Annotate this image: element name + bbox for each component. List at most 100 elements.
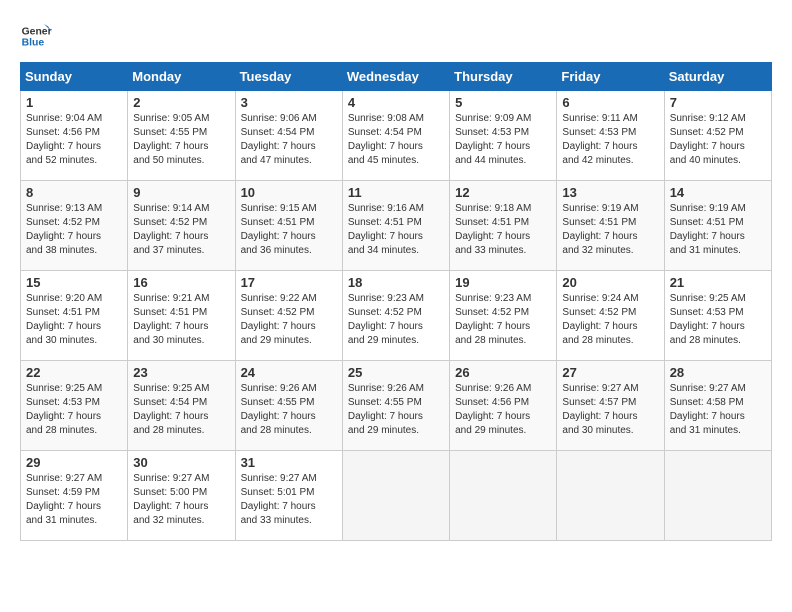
cell-info: Sunrise: 9:15 AMSunset: 4:51 PMDaylight:… xyxy=(241,203,317,256)
calendar-cell: 7 Sunrise: 9:12 AMSunset: 4:52 PMDaylight… xyxy=(664,91,771,181)
calendar-cell: 2 Sunrise: 9:05 AMSunset: 4:55 PMDaylight… xyxy=(128,91,235,181)
calendar-cell: 29 Sunrise: 9:27 AMSunset: 4:59 PMDayligh… xyxy=(21,451,128,541)
calendar-cell: 15 Sunrise: 9:20 AMSunset: 4:51 PMDayligh… xyxy=(21,271,128,361)
cell-info: Sunrise: 9:27 AMSunset: 5:00 PMDaylight:… xyxy=(133,473,209,526)
day-number: 27 xyxy=(562,365,658,380)
day-number: 11 xyxy=(348,185,444,200)
cell-info: Sunrise: 9:26 AMSunset: 4:55 PMDaylight:… xyxy=(348,383,424,436)
calendar-header-row: SundayMondayTuesdayWednesdayThursdayFrid… xyxy=(21,63,772,91)
day-number: 8 xyxy=(26,185,122,200)
day-number: 19 xyxy=(455,275,551,290)
calendar-cell: 24 Sunrise: 9:26 AMSunset: 4:55 PMDayligh… xyxy=(235,361,342,451)
day-number: 24 xyxy=(241,365,337,380)
cell-info: Sunrise: 9:22 AMSunset: 4:52 PMDaylight:… xyxy=(241,293,317,346)
calendar-body: 1 Sunrise: 9:04 AMSunset: 4:56 PMDaylight… xyxy=(21,91,772,541)
day-number: 18 xyxy=(348,275,444,290)
cell-info: Sunrise: 9:25 AMSunset: 4:54 PMDaylight:… xyxy=(133,383,209,436)
logo: General Blue xyxy=(20,20,52,52)
calendar-week-row: 8 Sunrise: 9:13 AMSunset: 4:52 PMDaylight… xyxy=(21,181,772,271)
calendar-cell: 9 Sunrise: 9:14 AMSunset: 4:52 PMDaylight… xyxy=(128,181,235,271)
day-number: 7 xyxy=(670,95,766,110)
calendar-cell: 6 Sunrise: 9:11 AMSunset: 4:53 PMDaylight… xyxy=(557,91,664,181)
day-number: 15 xyxy=(26,275,122,290)
calendar-week-row: 22 Sunrise: 9:25 AMSunset: 4:53 PMDayligh… xyxy=(21,361,772,451)
calendar-cell: 30 Sunrise: 9:27 AMSunset: 5:00 PMDayligh… xyxy=(128,451,235,541)
cell-info: Sunrise: 9:25 AMSunset: 4:53 PMDaylight:… xyxy=(26,383,102,436)
calendar-cell: 11 Sunrise: 9:16 AMSunset: 4:51 PMDayligh… xyxy=(342,181,449,271)
day-header: Monday xyxy=(128,63,235,91)
calendar-cell xyxy=(664,451,771,541)
day-number: 29 xyxy=(26,455,122,470)
calendar-cell xyxy=(450,451,557,541)
calendar-cell: 1 Sunrise: 9:04 AMSunset: 4:56 PMDaylight… xyxy=(21,91,128,181)
cell-info: Sunrise: 9:19 AMSunset: 4:51 PMDaylight:… xyxy=(562,203,638,256)
cell-info: Sunrise: 9:26 AMSunset: 4:56 PMDaylight:… xyxy=(455,383,531,436)
calendar-cell: 8 Sunrise: 9:13 AMSunset: 4:52 PMDaylight… xyxy=(21,181,128,271)
calendar-cell: 13 Sunrise: 9:19 AMSunset: 4:51 PMDayligh… xyxy=(557,181,664,271)
svg-text:Blue: Blue xyxy=(22,38,45,49)
calendar-cell: 21Sunrise: 9:25 AMSunset: 4:53 PMDayligh… xyxy=(664,271,771,361)
day-number: 23 xyxy=(133,365,229,380)
cell-info: Sunrise: 9:23 AMSunset: 4:52 PMDaylight:… xyxy=(348,293,424,346)
day-number: 17 xyxy=(241,275,337,290)
calendar-cell: 14Sunrise: 9:19 AMSunset: 4:51 PMDayligh… xyxy=(664,181,771,271)
calendar-cell: 27 Sunrise: 9:27 AMSunset: 4:57 PMDayligh… xyxy=(557,361,664,451)
calendar-cell: 12 Sunrise: 9:18 AMSunset: 4:51 PMDayligh… xyxy=(450,181,557,271)
calendar-cell: 28 Sunrise: 9:27 AMSunset: 4:58 PMDayligh… xyxy=(664,361,771,451)
cell-info: Sunrise: 9:20 AMSunset: 4:51 PMDaylight:… xyxy=(26,293,102,346)
calendar-cell: 22 Sunrise: 9:25 AMSunset: 4:53 PMDayligh… xyxy=(21,361,128,451)
day-number: 22 xyxy=(26,365,122,380)
cell-info: Sunrise: 9:27 AMSunset: 5:01 PMDaylight:… xyxy=(241,473,317,526)
day-number: 31 xyxy=(241,455,337,470)
day-number: 16 xyxy=(133,275,229,290)
day-number: 10 xyxy=(241,185,337,200)
calendar-cell: 19 Sunrise: 9:23 AMSunset: 4:52 PMDayligh… xyxy=(450,271,557,361)
day-number: 25 xyxy=(348,365,444,380)
logo-icon: General Blue xyxy=(20,20,52,52)
day-number: 13 xyxy=(562,185,658,200)
day-number: 6 xyxy=(562,95,658,110)
day-number: 28 xyxy=(670,365,766,380)
cell-info: Sunrise: 9:12 AMSunset: 4:52 PMDaylight:… xyxy=(670,113,746,166)
calendar-week-row: 29 Sunrise: 9:27 AMSunset: 4:59 PMDayligh… xyxy=(21,451,772,541)
day-number: 12 xyxy=(455,185,551,200)
calendar-cell: 20Sunrise: 9:24 AMSunset: 4:52 PMDayligh… xyxy=(557,271,664,361)
day-number: 20 xyxy=(562,275,658,290)
page-header: General Blue xyxy=(20,20,772,52)
cell-info: Sunrise: 9:18 AMSunset: 4:51 PMDaylight:… xyxy=(455,203,531,256)
calendar-week-row: 15 Sunrise: 9:20 AMSunset: 4:51 PMDayligh… xyxy=(21,271,772,361)
cell-info: Sunrise: 9:05 AMSunset: 4:55 PMDaylight:… xyxy=(133,113,209,166)
calendar-table: SundayMondayTuesdayWednesdayThursdayFrid… xyxy=(20,62,772,541)
day-number: 9 xyxy=(133,185,229,200)
day-header: Tuesday xyxy=(235,63,342,91)
cell-info: Sunrise: 9:08 AMSunset: 4:54 PMDaylight:… xyxy=(348,113,424,166)
cell-info: Sunrise: 9:23 AMSunset: 4:52 PMDaylight:… xyxy=(455,293,531,346)
cell-info: Sunrise: 9:04 AMSunset: 4:56 PMDaylight:… xyxy=(26,113,102,166)
calendar-cell: 31 Sunrise: 9:27 AMSunset: 5:01 PMDayligh… xyxy=(235,451,342,541)
day-number: 4 xyxy=(348,95,444,110)
day-number: 5 xyxy=(455,95,551,110)
cell-info: Sunrise: 9:14 AMSunset: 4:52 PMDaylight:… xyxy=(133,203,209,256)
cell-info: Sunrise: 9:27 AMSunset: 4:57 PMDaylight:… xyxy=(562,383,638,436)
calendar-cell xyxy=(557,451,664,541)
day-number: 30 xyxy=(133,455,229,470)
calendar-week-row: 1 Sunrise: 9:04 AMSunset: 4:56 PMDaylight… xyxy=(21,91,772,181)
calendar-cell: 25 Sunrise: 9:26 AMSunset: 4:55 PMDayligh… xyxy=(342,361,449,451)
day-number: 2 xyxy=(133,95,229,110)
cell-info: Sunrise: 9:27 AMSunset: 4:59 PMDaylight:… xyxy=(26,473,102,526)
day-number: 1 xyxy=(26,95,122,110)
calendar-cell: 26Sunrise: 9:26 AMSunset: 4:56 PMDayligh… xyxy=(450,361,557,451)
day-header: Wednesday xyxy=(342,63,449,91)
day-number: 14 xyxy=(670,185,766,200)
cell-info: Sunrise: 9:13 AMSunset: 4:52 PMDaylight:… xyxy=(26,203,102,256)
cell-info: Sunrise: 9:27 AMSunset: 4:58 PMDaylight:… xyxy=(670,383,746,436)
cell-info: Sunrise: 9:16 AMSunset: 4:51 PMDaylight:… xyxy=(348,203,424,256)
day-number: 3 xyxy=(241,95,337,110)
cell-info: Sunrise: 9:26 AMSunset: 4:55 PMDaylight:… xyxy=(241,383,317,436)
day-header: Sunday xyxy=(21,63,128,91)
cell-info: Sunrise: 9:11 AMSunset: 4:53 PMDaylight:… xyxy=(562,113,637,166)
cell-info: Sunrise: 9:21 AMSunset: 4:51 PMDaylight:… xyxy=(133,293,209,346)
day-header: Thursday xyxy=(450,63,557,91)
svg-text:General: General xyxy=(22,26,52,37)
cell-info: Sunrise: 9:25 AMSunset: 4:53 PMDaylight:… xyxy=(670,293,746,346)
